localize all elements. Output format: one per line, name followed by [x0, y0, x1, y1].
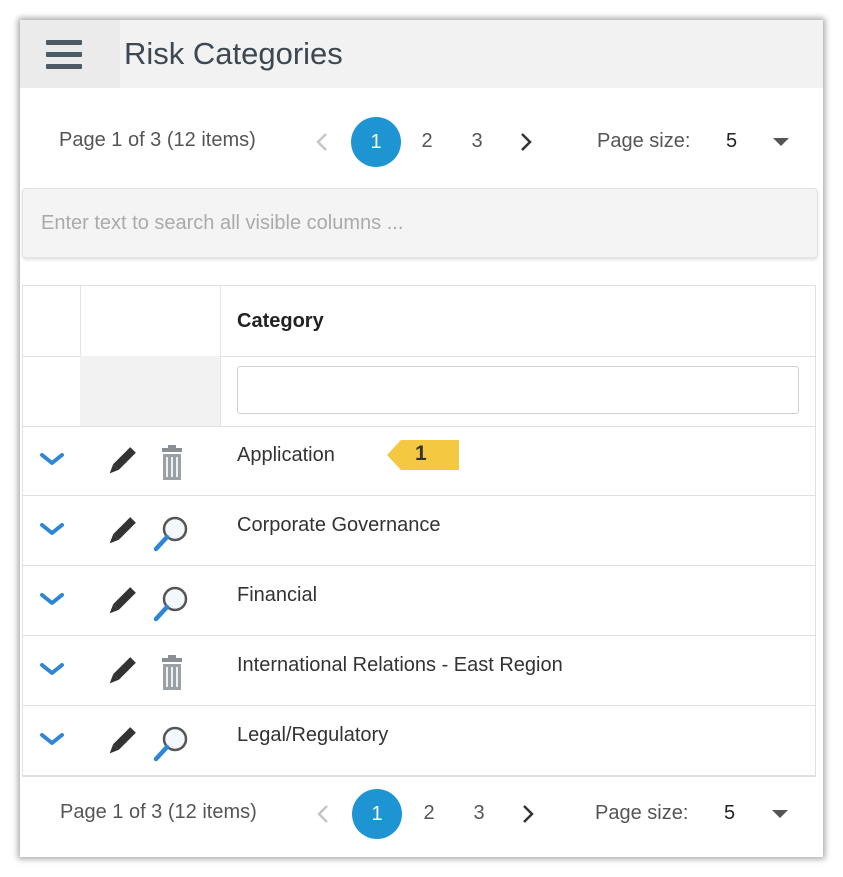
chevron-down-icon[interactable] [39, 590, 65, 608]
menu-icon-bar-3 [46, 64, 82, 69]
page-title: Risk Categories [124, 36, 343, 71]
data-grid: Category Application 1 Corporate Governa… [22, 285, 816, 777]
chevron-down-icon[interactable] [39, 660, 65, 678]
pager-info: Page 1 of 3 (12 items) [59, 129, 256, 151]
chevron-left-icon [316, 133, 327, 151]
magnifier-icon[interactable] [153, 514, 191, 552]
search-panel [22, 188, 818, 258]
chevron-down-icon[interactable] [39, 730, 65, 748]
category-cell: Application [237, 444, 335, 466]
menu-icon-bar-2 [46, 52, 82, 57]
category-cell: Legal/Regulatory [237, 724, 389, 746]
app-header: Risk Categories [20, 20, 823, 88]
page-2-button[interactable]: 2 [415, 130, 439, 153]
chevron-down-icon[interactable] [39, 450, 65, 468]
callout-number: 1 [415, 442, 427, 465]
filter-row [23, 356, 815, 427]
prev-page-button[interactable] [308, 126, 336, 158]
page-size-label: Page size: [597, 130, 691, 152]
pencil-icon[interactable] [103, 444, 139, 480]
grid-header-row: Category [23, 286, 815, 357]
page-3-button[interactable]: 3 [467, 802, 491, 825]
next-page-button[interactable] [512, 126, 540, 158]
magnifier-icon[interactable] [153, 724, 191, 762]
column-header-category[interactable]: Category [237, 310, 324, 333]
pencil-icon[interactable] [103, 584, 139, 620]
callout-badge: 1 [387, 440, 459, 470]
menu-icon [46, 40, 82, 45]
pager-info: Page 1 of 3 (12 items) [60, 801, 257, 823]
table-row: Financial [23, 566, 815, 636]
table-row: Corporate Governance [23, 496, 815, 566]
filter-cell-empty [80, 356, 220, 426]
pencil-icon[interactable] [103, 514, 139, 550]
page-1-button[interactable]: 1 [351, 117, 401, 167]
trash-icon[interactable] [153, 444, 191, 482]
page-2-button[interactable]: 2 [417, 802, 441, 825]
table-row: Legal/Regulatory [23, 706, 815, 776]
chevron-right-icon [521, 133, 532, 151]
category-cell: Corporate Governance [237, 514, 441, 536]
pager-bottom: Page 1 of 3 (12 items) 1 2 3 Page size: … [20, 788, 823, 840]
chevron-left-icon [317, 805, 328, 823]
category-filter-input[interactable] [237, 366, 799, 414]
window-frame: Risk Categories Page 1 of 3 (12 items) 1… [20, 20, 823, 857]
pencil-icon[interactable] [103, 654, 139, 690]
page-size-select[interactable]: 5 [726, 130, 737, 153]
caret-down-icon[interactable] [773, 138, 789, 146]
trash-icon[interactable] [153, 654, 191, 692]
chevron-right-icon [523, 805, 534, 823]
magnifier-icon[interactable] [153, 584, 191, 622]
page-1-button[interactable]: 1 [352, 789, 402, 839]
pencil-icon[interactable] [103, 724, 139, 760]
table-row: Application 1 [23, 426, 815, 496]
search-input[interactable] [23, 189, 817, 257]
category-cell: Financial [237, 584, 318, 606]
page-size-label: Page size: [595, 802, 689, 824]
chevron-down-icon[interactable] [39, 520, 65, 538]
caret-down-icon[interactable] [772, 810, 788, 818]
page-size-select[interactable]: 5 [724, 802, 735, 825]
hamburger-menu-button[interactable] [20, 20, 120, 88]
prev-page-button[interactable] [309, 798, 337, 830]
category-cell: International Relations - East Region [237, 654, 563, 676]
next-page-button[interactable] [514, 798, 542, 830]
page-3-button[interactable]: 3 [465, 130, 489, 153]
table-row: International Relations - East Region [23, 636, 815, 706]
pager-top: Page 1 of 3 (12 items) 1 2 3 Page size: … [20, 116, 823, 168]
